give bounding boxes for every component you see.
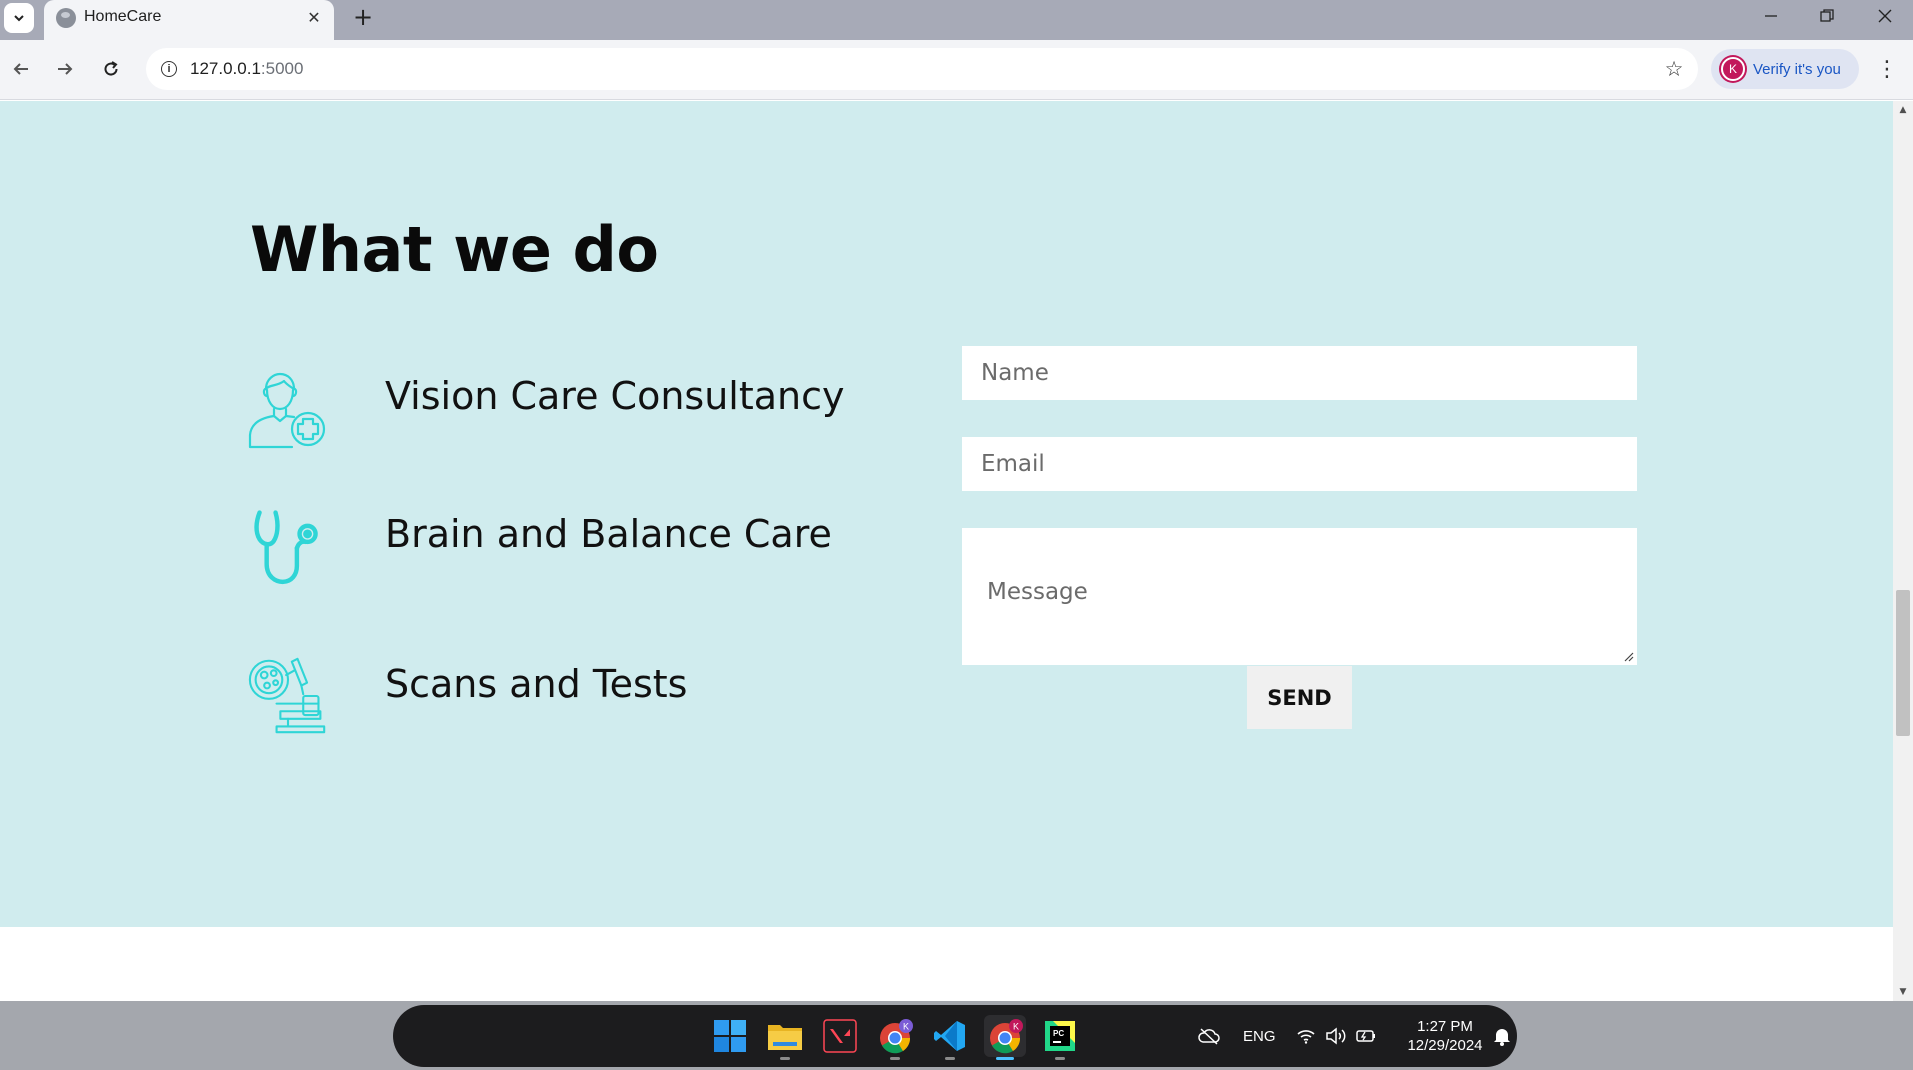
- email-input[interactable]: [963, 438, 1636, 490]
- cloud-off-icon: [1198, 1028, 1220, 1045]
- new-tab-button[interactable]: +: [348, 2, 378, 32]
- restore-icon: [1820, 9, 1834, 22]
- what-we-do-section: What we do Vision Care Consultancy Brain…: [0, 101, 1893, 927]
- back-button[interactable]: [4, 52, 38, 86]
- back-arrow-icon: [13, 63, 28, 75]
- url-port: :5000: [260, 59, 304, 78]
- valorant-icon: [823, 1019, 857, 1053]
- windows-start-icon: [714, 1020, 746, 1052]
- name-input[interactable]: [963, 347, 1636, 399]
- url-host: 127.0.0.1: [190, 59, 261, 78]
- service-item: Brain and Balance Care: [248, 509, 832, 589]
- tab-search-button[interactable]: [4, 3, 34, 33]
- email-field[interactable]: [962, 437, 1637, 491]
- send-button[interactable]: SEND: [1247, 666, 1352, 729]
- minimize-icon: [1765, 15, 1777, 17]
- url-text: 127.0.0.1:5000: [190, 59, 303, 79]
- page-viewport: What we do Vision Care Consultancy Brain…: [0, 101, 1893, 1001]
- active-indicator: [996, 1057, 1014, 1060]
- service-item: Vision Care Consultancy: [248, 369, 845, 449]
- running-indicator: [1055, 1057, 1065, 1060]
- message-textarea[interactable]: [963, 529, 1636, 664]
- folder-icon: [768, 1025, 802, 1050]
- taskbar: K K PC ENG 1:27 PM 12/29/2024: [393, 1005, 1517, 1067]
- page-scrollbar[interactable]: ▲ ▼: [1893, 101, 1913, 1001]
- tab-strip: HomeCare ✕ +: [0, 0, 1913, 40]
- pycharm-icon: PC: [1045, 1021, 1075, 1051]
- pycharm-button[interactable]: PC: [1039, 1015, 1081, 1060]
- chevron-down-icon: [14, 15, 24, 22]
- running-indicator: [890, 1057, 900, 1060]
- clock[interactable]: 1:27 PM 12/29/2024: [1395, 1017, 1495, 1055]
- verify-label: Verify it's you: [1753, 60, 1841, 78]
- name-field[interactable]: [962, 346, 1637, 400]
- reload-button[interactable]: [94, 52, 128, 86]
- address-bar[interactable]: i 127.0.0.1:5000 ☆: [146, 48, 1698, 90]
- chrome-active-icon: K: [990, 1019, 1023, 1054]
- reload-icon: [104, 61, 118, 76]
- file-explorer-button[interactable]: [764, 1015, 806, 1060]
- svg-text:PC: PC: [1053, 1029, 1064, 1038]
- stethoscope-icon: [254, 510, 318, 585]
- start-button[interactable]: [709, 1015, 751, 1057]
- tab-homecare[interactable]: HomeCare ✕: [44, 0, 334, 40]
- clock-time: 1:27 PM: [1417, 1018, 1473, 1035]
- close-icon: [1878, 9, 1892, 23]
- bookmark-star-icon[interactable]: ☆: [1660, 55, 1688, 83]
- microscope-icon: [248, 657, 326, 734]
- battery-icon[interactable]: [1355, 1005, 1377, 1067]
- wifi-icon[interactable]: [1296, 1005, 1316, 1067]
- language-indicator[interactable]: ENG: [1243, 1005, 1276, 1067]
- restore-button[interactable]: [1802, 0, 1852, 32]
- info-icon: i: [161, 61, 177, 77]
- volume-icon[interactable]: [1325, 1005, 1347, 1067]
- globe-icon: [56, 8, 76, 28]
- chrome-button[interactable]: K: [874, 1015, 916, 1060]
- svg-text:K: K: [903, 1022, 909, 1032]
- notification-bell-icon[interactable]: [1493, 1005, 1511, 1067]
- site-info-button[interactable]: i: [154, 54, 184, 84]
- doctor-plus-icon: [248, 372, 326, 449]
- minimize-button[interactable]: [1746, 0, 1796, 32]
- close-window-button[interactable]: [1860, 0, 1910, 32]
- service-label: Brain and Balance Care: [385, 512, 832, 556]
- onedrive-status[interactable]: [1198, 1005, 1220, 1067]
- browser-menu-button[interactable]: ⋮: [1872, 52, 1902, 86]
- service-label: Scans and Tests: [385, 662, 688, 706]
- forward-button[interactable]: [48, 52, 82, 86]
- forward-arrow-icon: [58, 63, 73, 75]
- vscode-button[interactable]: [929, 1015, 971, 1060]
- svg-text:K: K: [1013, 1022, 1019, 1032]
- scroll-up-arrow-icon[interactable]: ▲: [1893, 101, 1913, 119]
- tab-title: HomeCare: [84, 8, 162, 25]
- close-tab-icon[interactable]: ✕: [302, 5, 326, 29]
- verify-profile-button[interactable]: K Verify it's you: [1711, 49, 1859, 89]
- scroll-thumb[interactable]: [1896, 590, 1910, 736]
- browser-toolbar: i 127.0.0.1:5000 ☆ K Verify it's you ⋮: [0, 40, 1913, 100]
- resize-grip-icon[interactable]: [1622, 650, 1634, 662]
- section-heading: What we do: [250, 213, 659, 286]
- running-indicator: [780, 1057, 790, 1060]
- profile-avatar: K: [1721, 57, 1745, 81]
- chrome-icon: K: [880, 1019, 913, 1054]
- service-label: Vision Care Consultancy: [385, 374, 845, 418]
- chrome-active-button[interactable]: K: [984, 1015, 1026, 1060]
- running-indicator: [945, 1057, 955, 1060]
- service-item: Scans and Tests: [248, 656, 687, 736]
- message-field[interactable]: [962, 528, 1637, 665]
- valorant-button[interactable]: [819, 1015, 861, 1057]
- vscode-icon: [934, 1021, 965, 1051]
- clock-date: 12/29/2024: [1407, 1037, 1483, 1054]
- scroll-down-arrow-icon[interactable]: ▼: [1893, 983, 1913, 1001]
